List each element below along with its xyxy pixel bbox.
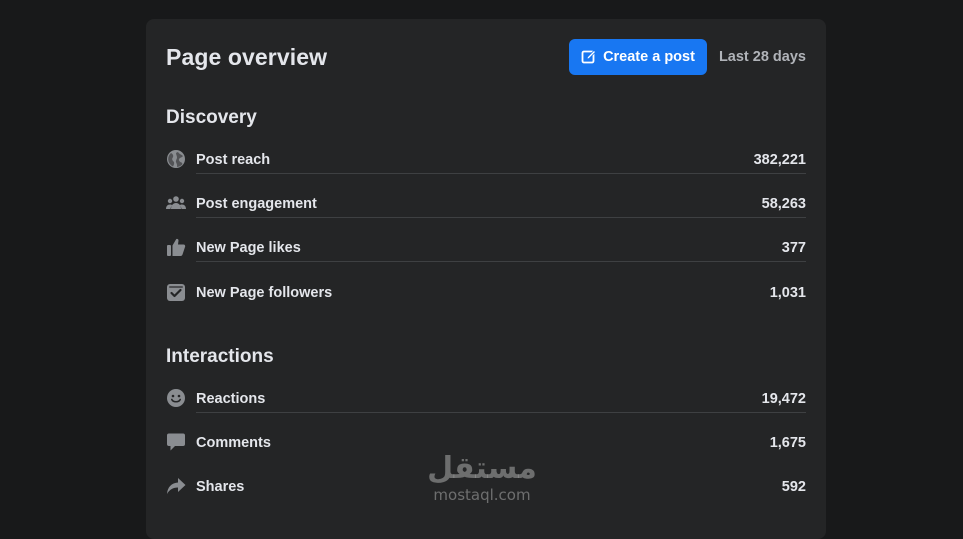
watermark-arabic: مستقل — [427, 451, 537, 486]
metric-value: 19,472 — [761, 390, 806, 407]
follow-check-icon — [166, 282, 186, 302]
create-post-button[interactable]: Create a post — [569, 39, 707, 75]
metric-row-post-reach[interactable]: Post reach 382,221 — [166, 144, 806, 174]
metric-label: Comments — [196, 435, 271, 451]
metric-label: Post engagement — [196, 195, 317, 212]
metric-value: 1,675 — [769, 435, 806, 451]
people-icon — [166, 193, 186, 213]
card-header: Page overview Create a post Last 28 days — [166, 39, 806, 75]
metric-label: New Page likes — [196, 239, 301, 256]
header-actions: Create a post Last 28 days — [569, 39, 806, 75]
metric-row-content: Post engagement 58,263 — [196, 188, 806, 218]
mostaql-watermark: مستقل mostaql.com — [420, 452, 544, 512]
edit-icon — [581, 49, 597, 65]
metric-row-content: Post reach 382,221 — [196, 144, 806, 174]
page-title: Page overview — [166, 43, 328, 70]
discovery-section-title: Discovery — [166, 107, 257, 128]
share-icon — [166, 476, 186, 496]
metric-row-new-page-likes[interactable]: New Page likes 377 — [166, 232, 806, 262]
metric-row-reactions[interactable]: Reactions 19,472 — [166, 383, 806, 413]
metric-value: 58,263 — [761, 195, 806, 212]
metric-label: New Page followers — [196, 285, 333, 301]
watermark-latin: mostaql.com — [433, 486, 531, 504]
thumbs-up-icon — [166, 237, 186, 257]
metric-value: 592 — [781, 479, 806, 495]
interactions-section-title: Interactions — [166, 346, 274, 367]
metric-label: Post reach — [196, 151, 271, 168]
metric-row-post-engagement[interactable]: Post engagement 58,263 — [166, 188, 806, 218]
globe-icon — [166, 149, 186, 169]
metric-value: 377 — [781, 239, 806, 256]
metric-row-content: New Page likes 377 — [196, 232, 806, 262]
date-range-selector[interactable]: Last 28 days — [719, 49, 806, 65]
create-post-label: Create a post — [603, 49, 695, 65]
metric-row-content: New Page followers 1,031 — [196, 277, 806, 307]
metric-label: Shares — [196, 479, 245, 495]
metric-value: 382,221 — [753, 151, 806, 168]
metric-label: Reactions — [196, 390, 266, 407]
comment-icon — [166, 432, 186, 452]
metric-row-content: Reactions 19,472 — [196, 383, 806, 413]
metric-value: 1,031 — [769, 285, 806, 301]
metric-row-new-page-followers[interactable]: New Page followers 1,031 — [166, 277, 806, 307]
smiley-icon — [166, 388, 186, 408]
